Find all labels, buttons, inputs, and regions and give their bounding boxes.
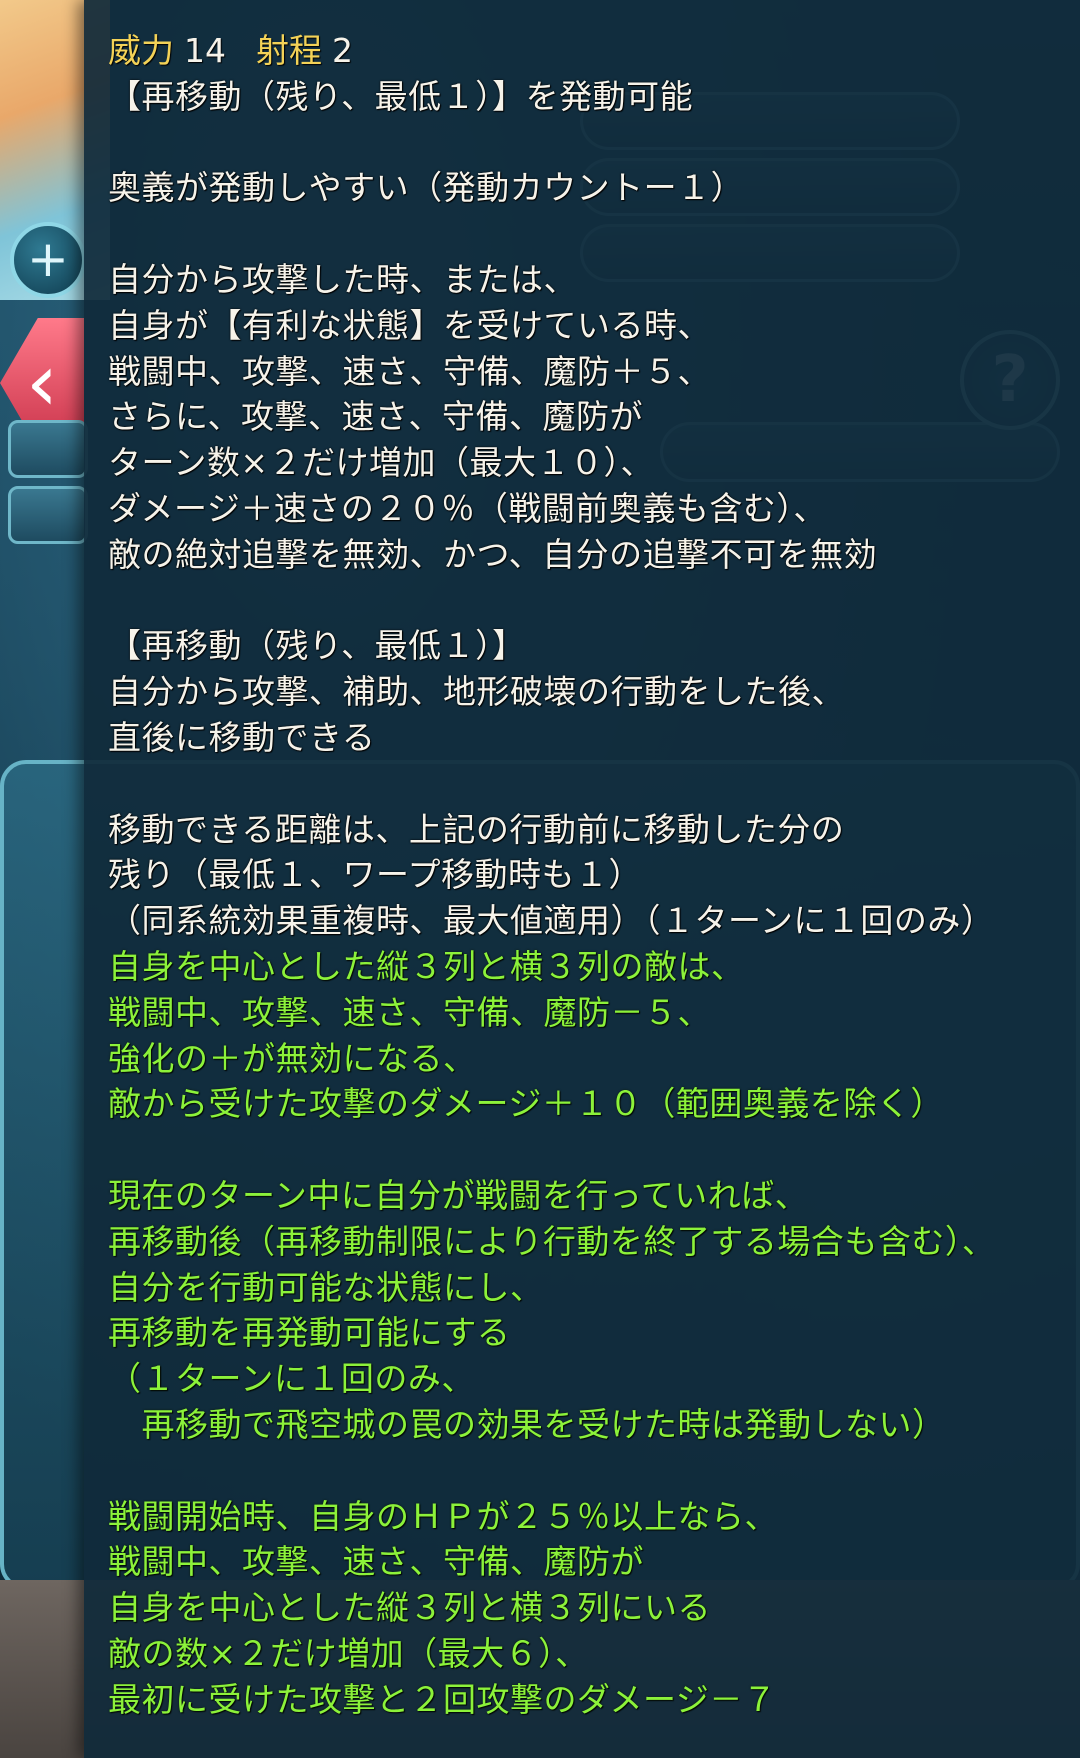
description-line: 自分から攻撃、補助、地形破壊の行動をした後、	[108, 672, 845, 712]
might-label: 威力	[108, 31, 174, 70]
weapon-stats-row: 威力 14 射程 2	[108, 28, 1062, 74]
description-line: 奥義が発動しやすい（発動カウントー１）	[108, 168, 745, 208]
skill-description-lines: 【再移動（残り、最低１）】を発動可能奥義が発動しやすい（発動カウントー１） 自分か…	[108, 74, 1062, 1723]
description-line: 自身を中心とした縦３列と横３列の敵は、	[108, 946, 745, 986]
might-value: 14	[184, 31, 226, 70]
description-line: 【再移動（残り、最低１）】を発動可能	[108, 76, 694, 116]
description-line: （同系統効果重複時、最大値適用）（１ターンに１回のみ）	[108, 901, 995, 941]
description-line: 戦闘中、攻撃、速さ、守備、魔防－５、	[108, 992, 711, 1032]
description-line: 自分から攻撃した時、または、	[108, 259, 577, 299]
side-tab[interactable]	[8, 420, 88, 478]
description-line: 自身を中心とした縦３列と横３列にいる	[108, 1588, 711, 1628]
side-tab[interactable]	[8, 486, 88, 544]
description-line: 敵から受けた攻撃のダメージ＋１０（範囲奥義を除く）	[108, 1084, 944, 1124]
description-line: 自分を行動可能な状態にし、	[108, 1267, 544, 1307]
description-line: 戦闘中、攻撃、速さ、守備、魔防が	[108, 1542, 644, 1582]
description-line: 最初に受けた攻撃と２回攻撃のダメージ－７	[108, 1679, 777, 1719]
description-line: 敵の絶対追撃を無効、かつ、自分の追撃不可を無効	[108, 534, 878, 574]
range-label: 射程	[256, 31, 322, 70]
description-line: ダメージ＋速さの２０％（戦闘前奥義も含む）、	[108, 488, 827, 528]
description-line: 再移動で飛空城の罠の効果を受けた時は発動しない）	[108, 1404, 946, 1444]
description-line: 再移動後（再移動制限により行動を終了する場合も含む）、	[108, 1221, 996, 1261]
description-line: （１ターンに１回のみ、	[108, 1359, 475, 1399]
description-line: 敵の数×２だけ増加（最大６）、	[108, 1633, 589, 1673]
plus-icon[interactable]: +	[10, 222, 86, 298]
skill-description-content: 威力 14 射程 2 【再移動（残り、最低１）】を発動可能奥義が発動しやすい（発…	[108, 28, 1062, 1722]
description-line: さらに、攻撃、速さ、守備、魔防が	[108, 397, 644, 437]
description-line: 自身が【有利な状態】を受けている時、	[108, 305, 711, 345]
description-line: 戦闘中、攻撃、速さ、守備、魔防＋５、	[108, 351, 711, 391]
skill-description-overlay[interactable]: 威力 14 射程 2 【再移動（残り、最低１）】を発動可能奥義が発動しやすい（発…	[84, 0, 1080, 1758]
description-line: 再移動を再発動可能にする	[108, 1313, 511, 1353]
range-value: 2	[332, 31, 353, 70]
description-line: ターン数×２だけ増加（最大１０）、	[108, 443, 655, 483]
description-line: 残り（最低１、ワープ移動時も１）	[108, 855, 643, 895]
skill-screen: + ‹ ? 威力 14 射程 2 【再移動（残り、最低１）】を発動可能奥義が発動…	[0, 0, 1080, 1758]
description-line: 戦闘開始時、自身のＨＰが２５％以上なら、	[108, 1496, 778, 1536]
description-line: 【再移動（残り、最低１）】	[108, 626, 526, 666]
description-line: 現在のターン中に自分が戦闘を行っていれば、	[108, 1175, 809, 1215]
description-line: 強化の＋が無効になる、	[108, 1038, 477, 1078]
description-line: 移動できる距離は、上記の行動前に移動した分の	[108, 809, 845, 849]
description-line: 直後に移動できる	[108, 717, 376, 757]
